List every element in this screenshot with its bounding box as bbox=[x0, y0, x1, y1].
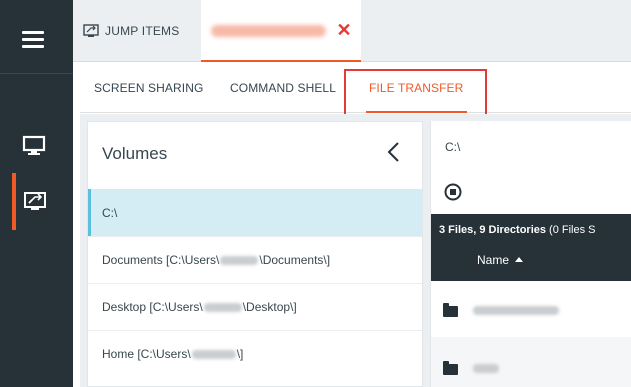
volume-label-suffix: \] bbox=[236, 347, 244, 361]
redacted-username bbox=[203, 302, 242, 312]
volume-item-desktop[interactable]: Desktop [C:\Users\ \Desktop\] bbox=[88, 283, 422, 330]
files-summary: 3 Files, 9 Directories (0 Files S bbox=[439, 224, 596, 236]
rail-divider bbox=[0, 73, 73, 74]
redacted-username bbox=[220, 255, 259, 265]
volume-label-prefix: Documents [C:\Users\ bbox=[102, 253, 220, 267]
top-tab-bar: JUMP ITEMS ✕ bbox=[73, 0, 631, 62]
tab-jump-items[interactable]: JUMP ITEMS bbox=[73, 0, 196, 62]
name-column-label: Name bbox=[477, 253, 510, 267]
files-summary-rest: (0 Files S bbox=[546, 224, 596, 236]
close-icon[interactable]: ✕ bbox=[335, 19, 353, 41]
volume-label-prefix: Desktop [C:\Users\ bbox=[102, 300, 203, 314]
left-nav-rail bbox=[0, 0, 73, 387]
hamburger-menu-icon[interactable] bbox=[22, 29, 48, 49]
file-list-header: 3 Files, 9 Directories (0 Files S Name bbox=[431, 214, 631, 281]
stop-circle-icon[interactable] bbox=[444, 183, 462, 201]
volume-item-documents[interactable]: Documents [C:\Users\ \Documents\] bbox=[88, 236, 422, 283]
file-list-panel: C:\ 3 Files, 9 Directories (0 Files S Na… bbox=[430, 121, 631, 387]
active-indicator-bar bbox=[12, 173, 16, 230]
current-path: C:\ bbox=[445, 140, 461, 154]
volume-label: C:\ bbox=[102, 205, 118, 220]
monitor-icon[interactable] bbox=[22, 134, 50, 160]
folder-icon bbox=[443, 361, 458, 375]
volume-item-c[interactable]: C:\ bbox=[88, 189, 422, 236]
tab-screen-sharing[interactable]: SCREEN SHARING bbox=[94, 63, 203, 113]
volume-label-prefix: Home [C:\Users\ bbox=[102, 347, 191, 361]
jump-items-icon bbox=[83, 24, 99, 37]
volumes-title: Volumes bbox=[102, 144, 168, 163]
table-row[interactable] bbox=[431, 284, 631, 334]
volume-label-suffix: \Documents\] bbox=[259, 253, 331, 267]
tab-jump-items-label: JUMP ITEMS bbox=[105, 24, 180, 38]
sort-ascending-icon bbox=[515, 257, 524, 262]
table-row[interactable] bbox=[431, 337, 631, 387]
redacted-folder-name bbox=[473, 306, 559, 315]
volume-label-suffix: \Desktop\] bbox=[242, 300, 297, 314]
redacted-folder-name bbox=[473, 364, 499, 373]
redacted-username bbox=[191, 349, 236, 359]
file-transfer-icon[interactable] bbox=[24, 191, 50, 215]
tab-command-shell[interactable]: COMMAND SHELL bbox=[230, 63, 336, 113]
volume-item-home[interactable]: Home [C:\Users\ \] bbox=[88, 330, 422, 377]
files-summary-counts: 3 Files, 9 Directories bbox=[439, 224, 546, 236]
session-name-redacted bbox=[211, 25, 326, 37]
folder-icon bbox=[443, 303, 458, 317]
volumes-panel: Volumes C:\ Documents [C:\Users\ \Docume… bbox=[87, 121, 423, 387]
tab-session[interactable]: ✕ bbox=[201, 0, 361, 62]
chevron-left-icon[interactable] bbox=[384, 140, 406, 166]
name-column-header[interactable]: Name bbox=[477, 253, 524, 267]
